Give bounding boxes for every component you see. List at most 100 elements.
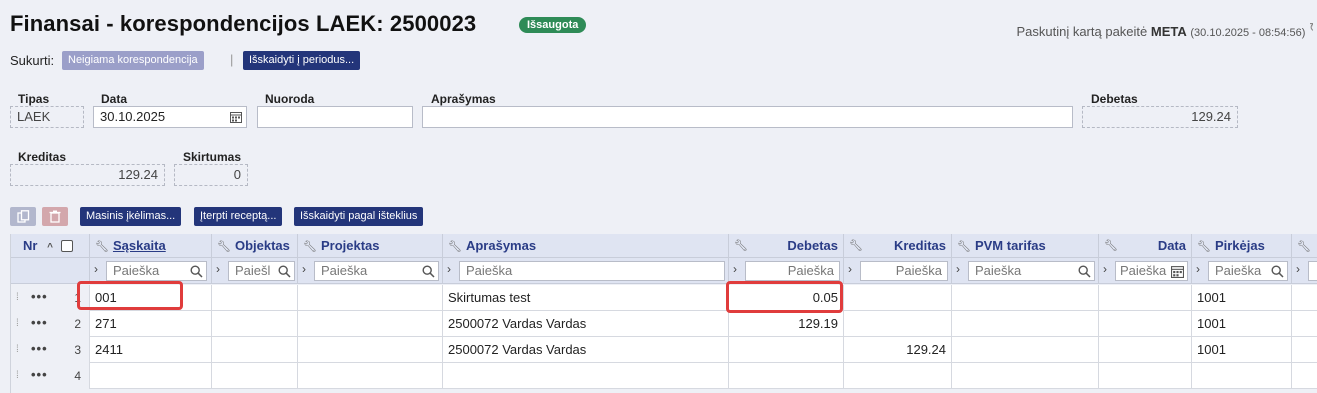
- cell-data[interactable]: [1099, 337, 1192, 363]
- next-search-input[interactable]: [1308, 261, 1317, 281]
- row-menu-icon[interactable]: •••: [31, 337, 48, 362]
- cell-pirkejas[interactable]: 1001: [1192, 285, 1292, 311]
- chevron-right-icon[interactable]: ›: [94, 262, 98, 276]
- chevron-right-icon[interactable]: ›: [1196, 262, 1200, 276]
- table-row[interactable]: ⁞ ••• 1 001 Skirtumas test 0.05 1001: [11, 285, 1317, 311]
- cell-debetas[interactable]: [729, 337, 844, 363]
- cell-kreditas[interactable]: [844, 363, 952, 389]
- col-objektas[interactable]: 🔧︎ Objektas: [212, 234, 298, 258]
- col-projektas[interactable]: 🔧︎ Projektas: [298, 234, 443, 258]
- col-next[interactable]: 🔧︎: [1292, 234, 1317, 258]
- chevron-right-icon[interactable]: ›: [1296, 262, 1300, 276]
- chevron-right-icon[interactable]: ›: [1103, 262, 1107, 276]
- wrench-icon[interactable]: 🔧︎: [957, 241, 971, 253]
- chevron-right-icon[interactable]: ›: [447, 262, 451, 276]
- chevron-right-icon[interactable]: ›: [848, 262, 852, 276]
- col-aprasymas[interactable]: 🔧︎ Aprašymas: [443, 234, 729, 258]
- cell-pvm[interactable]: [952, 311, 1099, 337]
- cell-pirkejas[interactable]: [1192, 363, 1292, 389]
- cell-objektas[interactable]: [212, 337, 298, 363]
- aprasymas-search-input[interactable]: Paieška: [459, 261, 725, 281]
- drag-handle-icon[interactable]: ⁞: [16, 337, 19, 363]
- cell-next[interactable]: [1292, 363, 1317, 389]
- table-row[interactable]: ⁞ ••• 4: [11, 363, 1317, 389]
- data-search-input[interactable]: Paieška: [1115, 261, 1188, 281]
- pirkejas-search-input[interactable]: Paieška: [1208, 261, 1288, 281]
- cell-objektas[interactable]: [212, 363, 298, 389]
- cell-next[interactable]: [1292, 311, 1317, 337]
- table-row[interactable]: ⁞ ••• 3 2411 2500072 Vardas Vardas 129.24 …: [11, 337, 1317, 363]
- cell-objektas[interactable]: [212, 311, 298, 337]
- wrench-icon[interactable]: 🔧︎: [95, 241, 109, 253]
- saskaita-search-input[interactable]: Paieška: [106, 261, 207, 281]
- cell-kreditas[interactable]: 129.24: [844, 337, 952, 363]
- col-data[interactable]: 🔧︎ Data: [1099, 234, 1192, 258]
- cell-projektas[interactable]: [298, 363, 443, 389]
- projektas-search-input[interactable]: Paieška: [314, 261, 439, 281]
- kreditas-search-input[interactable]: Paieška: [860, 261, 948, 281]
- row-menu-icon[interactable]: •••: [31, 363, 48, 388]
- select-all-checkbox[interactable]: [60, 240, 73, 252]
- wrench-icon[interactable]: 🔧︎: [1197, 241, 1211, 253]
- cell-pvm[interactable]: [952, 363, 1099, 389]
- bulk-import-button[interactable]: Masinis įkėlimas...: [80, 207, 182, 226]
- calendar-icon[interactable]: [230, 111, 242, 123]
- col-kreditas[interactable]: 🔧︎ Kreditas: [844, 234, 952, 258]
- cell-projektas[interactable]: [298, 311, 443, 337]
- cell-debetas[interactable]: [729, 363, 844, 389]
- aprasymas-field[interactable]: [422, 106, 1073, 128]
- col-pvm[interactable]: 🔧︎ PVM tarifas: [952, 234, 1099, 258]
- wrench-icon[interactable]: 🔧︎: [849, 234, 863, 258]
- drag-handle-icon[interactable]: ⁞: [16, 285, 19, 311]
- chevron-right-icon[interactable]: ›: [956, 262, 960, 276]
- cell-data[interactable]: [1099, 363, 1192, 389]
- calendar-icon[interactable]: [1171, 265, 1184, 278]
- history-icon[interactable]: ↻: [1309, 20, 1313, 36]
- col-nr[interactable]: Nr ^: [11, 234, 90, 258]
- cell-pvm[interactable]: [952, 337, 1099, 363]
- cell-next[interactable]: [1292, 337, 1317, 363]
- sort-up-icon[interactable]: ^: [47, 242, 53, 253]
- cell-aprasymas[interactable]: 2500072 Vardas Vardas: [443, 311, 729, 337]
- cell-kreditas[interactable]: [844, 311, 952, 337]
- chevron-right-icon[interactable]: ›: [733, 262, 737, 276]
- delete-row-button[interactable]: [42, 207, 68, 226]
- col-debetas[interactable]: 🔧︎ Debetas: [729, 234, 844, 258]
- col-saskaita[interactable]: 🔧︎ Sąskaita: [90, 234, 212, 258]
- wrench-icon[interactable]: 🔧︎: [734, 234, 748, 258]
- cell-data[interactable]: [1099, 311, 1192, 337]
- cell-pirkejas[interactable]: 1001: [1192, 337, 1292, 363]
- cell-pirkejas[interactable]: 1001: [1192, 311, 1292, 337]
- cell-aprasymas[interactable]: Skirtumas test: [443, 285, 729, 311]
- col-pirkejas[interactable]: 🔧︎ Pirkėjas: [1192, 234, 1292, 258]
- cell-saskaita[interactable]: [90, 363, 212, 389]
- chevron-right-icon[interactable]: ›: [216, 262, 220, 276]
- row-menu-icon[interactable]: •••: [31, 311, 48, 336]
- pvm-search-input[interactable]: Paieška: [968, 261, 1095, 281]
- cell-data[interactable]: [1099, 285, 1192, 311]
- objektas-search-input[interactable]: Paiešl: [228, 261, 295, 281]
- cell-aprasymas[interactable]: 2500072 Vardas Vardas: [443, 337, 729, 363]
- split-by-resources-button[interactable]: Išskaidyti pagal išteklius: [294, 207, 424, 226]
- wrench-icon[interactable]: 🔧︎: [1104, 234, 1118, 258]
- drag-handle-icon[interactable]: ⁞: [16, 363, 19, 389]
- negative-correspondence-button[interactable]: Neigiama korespondencija: [62, 51, 204, 70]
- chevron-right-icon[interactable]: ›: [302, 262, 306, 276]
- table-row[interactable]: ⁞ ••• 2 271 2500072 Vardas Vardas 129.19 1…: [11, 311, 1317, 337]
- nuoroda-field[interactable]: [257, 106, 413, 128]
- cell-saskaita[interactable]: 271: [90, 311, 212, 337]
- wrench-icon[interactable]: 🔧︎: [1297, 241, 1311, 253]
- cell-kreditas[interactable]: [844, 285, 952, 311]
- cell-saskaita[interactable]: 2411: [90, 337, 212, 363]
- debetas-search-input[interactable]: Paieška: [745, 261, 840, 281]
- cell-aprasymas[interactable]: [443, 363, 729, 389]
- drag-handle-icon[interactable]: ⁞: [16, 311, 19, 337]
- split-into-periods-button[interactable]: Išskaidyti į periodus...: [243, 51, 361, 70]
- wrench-icon[interactable]: 🔧︎: [217, 241, 231, 253]
- cell-objektas[interactable]: [212, 285, 298, 311]
- cell-pvm[interactable]: [952, 285, 1099, 311]
- insert-recipe-button[interactable]: Įterpti receptą...: [194, 207, 283, 226]
- wrench-icon[interactable]: 🔧︎: [303, 241, 317, 253]
- row-menu-icon[interactable]: •••: [31, 285, 48, 310]
- cell-projektas[interactable]: [298, 285, 443, 311]
